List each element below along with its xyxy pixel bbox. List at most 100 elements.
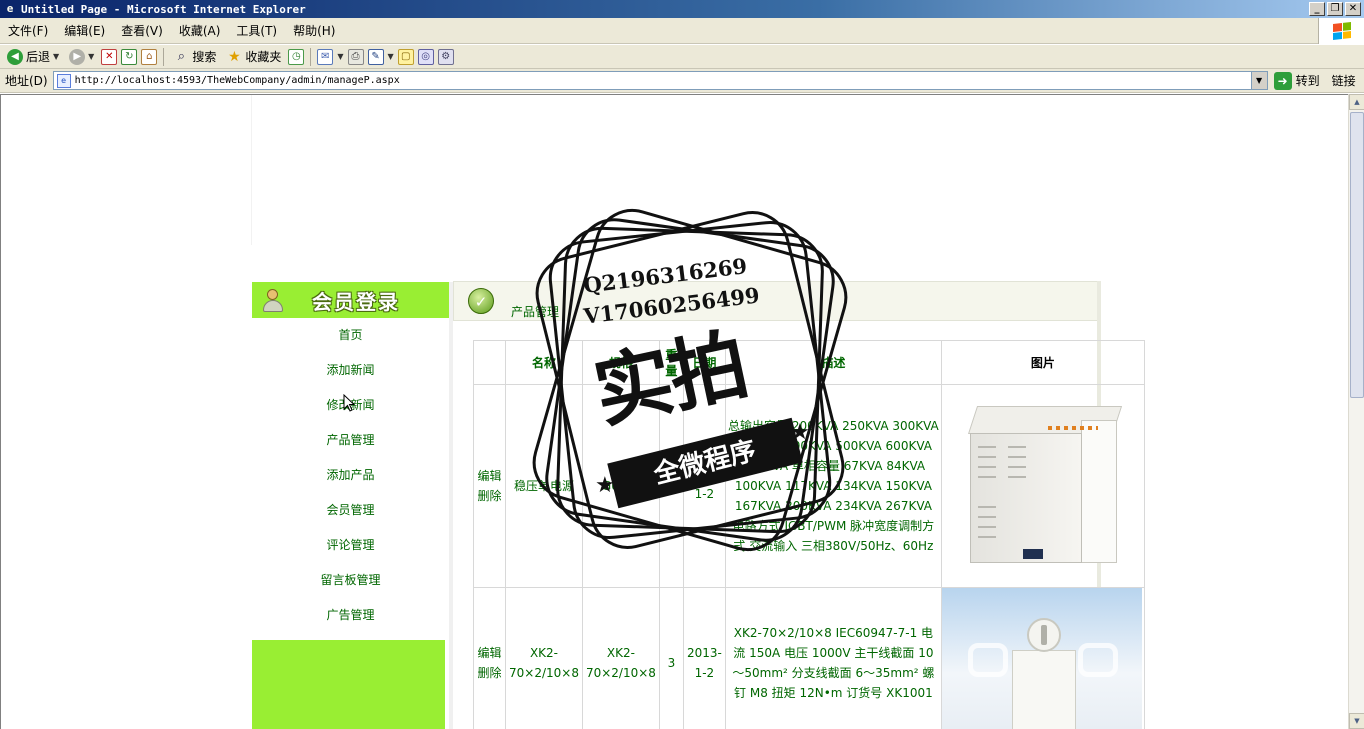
forward-arrow-icon: ▶ xyxy=(69,48,86,65)
cell-date: 2013-1-2 xyxy=(682,587,726,729)
search-icon: ⌕ xyxy=(177,49,185,64)
header-desc: 描述 xyxy=(724,340,942,385)
scroll-up-icon[interactable]: ▲ xyxy=(1349,94,1364,110)
close-button[interactable]: ✕ xyxy=(1345,2,1361,16)
window-title: Untitled Page - Microsoft Internet Explo… xyxy=(21,2,306,16)
sidebar-menu: 首页 添加新闻 修改新闻 产品管理 添加产品 会员管理 评论管理 留言板管理 广… xyxy=(252,318,449,633)
address-dropdown-icon[interactable]: ▼ xyxy=(1250,72,1267,89)
sidebar-footer xyxy=(252,640,445,729)
edit-link[interactable]: 编辑 xyxy=(474,643,505,663)
mouse-cursor-icon xyxy=(343,393,356,412)
address-input[interactable]: e http://localhost:4593/TheWebCompany/ad… xyxy=(52,71,1268,90)
menu-view[interactable]: 查看(V) xyxy=(113,22,171,39)
sidebar-item-add-news[interactable]: 添加新闻 xyxy=(252,353,449,388)
mail-icon[interactable]: ✉ xyxy=(317,48,334,65)
menu-help[interactable]: 帮助(H) xyxy=(285,22,343,39)
terminal-block-product-image[interactable] xyxy=(941,588,1142,729)
address-bar: 地址(D) e http://localhost:4593/TheWebComp… xyxy=(0,69,1364,93)
menu-file[interactable]: 文件(F) xyxy=(0,22,56,39)
window-controls: _ ❐ ✕ xyxy=(1309,2,1361,16)
address-label: 地址(D) xyxy=(5,74,48,88)
header-spec: 规格 xyxy=(581,340,660,385)
favorites-button[interactable]: ★ 收藏夹 xyxy=(223,47,284,67)
sidebar-item-home[interactable]: 首页 xyxy=(252,318,449,353)
scroll-thumb[interactable] xyxy=(1350,112,1364,398)
products-table: 名称 规格 重量 日期 描述 图片 编辑 删除 稳压单电源 GUIHE 2 20… xyxy=(473,340,1145,729)
vertical-scrollbar[interactable]: ▲ ▼ xyxy=(1348,94,1364,729)
ups-product-image[interactable] xyxy=(967,406,1123,566)
stop-icon[interactable]: ✕ xyxy=(101,48,118,65)
go-button[interactable]: ➜ 转到 xyxy=(1273,71,1320,90)
back-label: 后退 xyxy=(26,50,51,64)
window-title-bar[interactable]: e Untitled Page - Microsoft Internet Exp… xyxy=(0,0,1364,18)
page-viewport: 会员登录 首页 添加新闻 修改新闻 产品管理 添加产品 会员管理 评论管理 留言… xyxy=(0,94,1348,729)
cell-desc: 总输出容量 200KVA 250KVA 300KVA 350KVA 400KVA… xyxy=(724,384,942,588)
sidebar-item-product-manage[interactable]: 产品管理 xyxy=(252,423,449,458)
header-actions xyxy=(473,340,506,385)
header-image: 图片 xyxy=(940,340,1145,385)
back-arrow-icon: ◀ xyxy=(7,48,23,65)
delete-link[interactable]: 删除 xyxy=(474,663,505,683)
sidebar-item-ad-manage[interactable]: 广告管理 xyxy=(252,598,449,633)
column-divider xyxy=(449,282,453,729)
address-url[interactable]: http://localhost:4593/TheWebCompany/admi… xyxy=(75,75,400,86)
toolbar: ◀ 后退 ▼ ▶ ▼ ✕ ↻ ⌂ ⌕ 搜索 ★ 收藏夹 ◷ ✉ ▼ ⎙ ✎ ▼ … xyxy=(0,45,1364,69)
windows-logo xyxy=(1318,18,1364,44)
search-label: 搜索 xyxy=(192,50,217,64)
history-icon[interactable]: ◷ xyxy=(288,48,305,65)
sidebar-header: 会员登录 xyxy=(252,282,449,318)
cell-date: 2013-1-2 xyxy=(682,384,726,588)
delete-link[interactable]: 删除 xyxy=(474,486,505,506)
edit-page-icon[interactable]: ✎ xyxy=(367,48,384,65)
row-actions: 编辑 删除 xyxy=(473,384,506,588)
mail-dropdown-icon[interactable]: ▼ xyxy=(337,52,343,61)
edit-dropdown-icon[interactable]: ▼ xyxy=(388,52,394,61)
edit-link[interactable]: 编辑 xyxy=(474,466,505,486)
maximize-button[interactable]: ❐ xyxy=(1327,2,1343,16)
main-header: ✓ 产品管理 xyxy=(453,281,1099,321)
cell-weight: 3 xyxy=(658,587,684,729)
sidebar-title: 会员登录 xyxy=(312,289,400,314)
cell-desc: XK2-70×2/10×8 IEC60947-7-1 电流 150A 电压 10… xyxy=(724,587,942,729)
go-label: 转到 xyxy=(1295,74,1320,88)
cell-spec: GUIHE xyxy=(581,384,660,588)
cell-image xyxy=(940,587,1145,729)
menu-favorites[interactable]: 收藏(A) xyxy=(171,22,229,39)
table-row: 编辑 删除 XK2-70×2/10×8 XK2-70×2/10×8 3 2013… xyxy=(473,587,1145,729)
header-date: 日期 xyxy=(682,340,726,385)
print-icon[interactable]: ⎙ xyxy=(347,48,364,65)
check-icon: ✓ xyxy=(468,288,494,314)
cell-weight: 2 xyxy=(658,384,684,588)
cell-image xyxy=(940,384,1145,588)
scroll-down-icon[interactable]: ▼ xyxy=(1349,713,1364,729)
cell-spec: XK2-70×2/10×8 xyxy=(581,587,660,729)
ie-logo-icon: e xyxy=(6,2,14,15)
home-icon[interactable]: ⌂ xyxy=(141,48,158,65)
refresh-icon[interactable]: ↻ xyxy=(121,48,138,65)
toolbar-separator xyxy=(163,47,165,66)
messenger-icon[interactable]: ◎ xyxy=(417,48,434,65)
forward-button[interactable]: ▶ ▼ xyxy=(66,47,97,67)
sidebar-item-comment-manage[interactable]: 评论管理 xyxy=(252,528,449,563)
go-arrow-icon: ➜ xyxy=(1273,71,1292,90)
discuss-icon[interactable]: ▢ xyxy=(397,48,414,65)
forward-dropdown-icon[interactable]: ▼ xyxy=(88,52,94,61)
back-dropdown-icon[interactable]: ▼ xyxy=(53,52,59,61)
header-name: 名称 xyxy=(505,340,583,385)
menu-tools[interactable]: 工具(T) xyxy=(228,22,285,39)
sidebar-item-message-board[interactable]: 留言板管理 xyxy=(252,563,449,598)
research-icon[interactable]: ⚙ xyxy=(437,48,454,65)
toolbar-separator xyxy=(310,47,312,66)
menu-bar: 文件(F) 编辑(E) 查看(V) 收藏(A) 工具(T) 帮助(H) xyxy=(0,18,1364,44)
row-actions: 编辑 删除 xyxy=(473,587,506,729)
minimize-button[interactable]: _ xyxy=(1309,2,1325,16)
menu-edit[interactable]: 编辑(E) xyxy=(56,22,113,39)
sidebar-item-member-manage[interactable]: 会员管理 xyxy=(252,493,449,528)
favorites-label: 收藏夹 xyxy=(245,50,282,64)
search-button[interactable]: ⌕ 搜索 xyxy=(170,47,219,67)
star-icon: ★ xyxy=(228,48,241,65)
links-button[interactable]: 链接 xyxy=(1332,72,1356,89)
back-button[interactable]: ◀ 后退 ▼ xyxy=(4,47,62,67)
header-weight: 重量 xyxy=(658,340,684,385)
sidebar-item-add-product[interactable]: 添加产品 xyxy=(252,458,449,493)
